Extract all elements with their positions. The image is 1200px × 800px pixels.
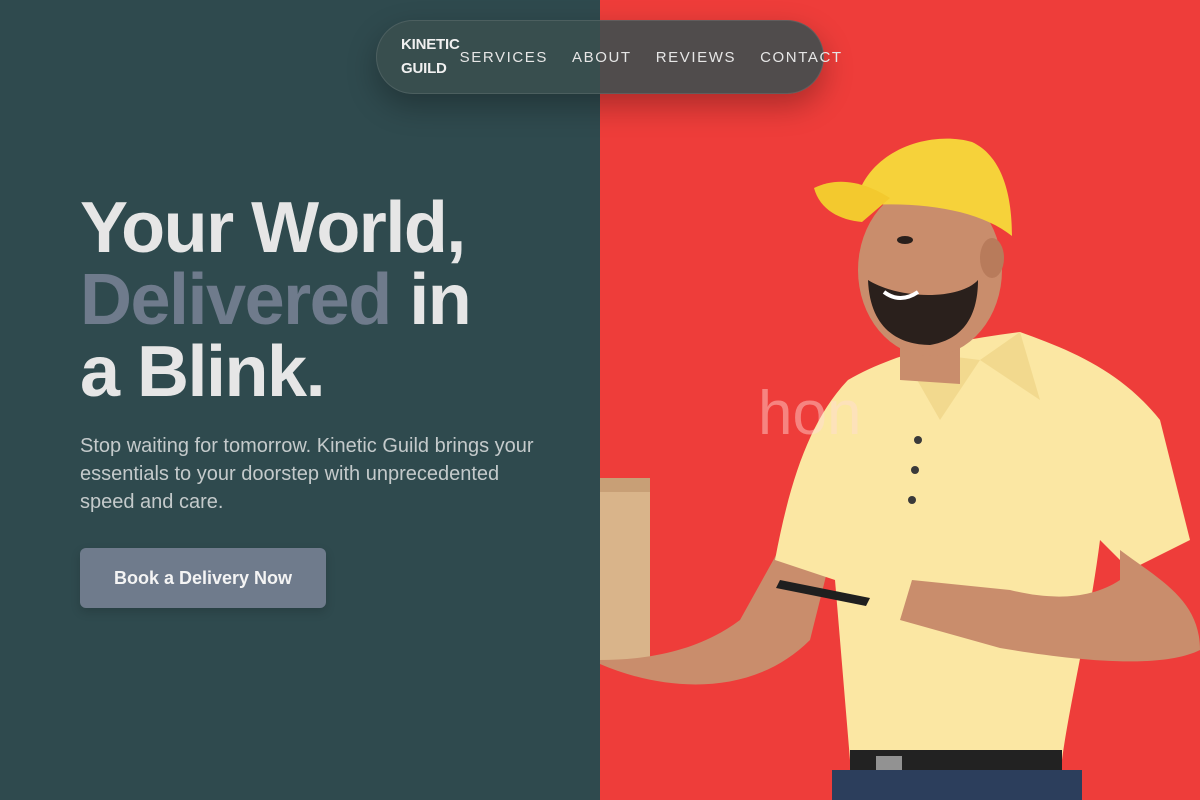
hero-title-line2-rest: in [390, 260, 471, 340]
top-navigation: KINETIC GUILD SERVICES ABOUT REVIEWS CON… [376, 20, 841, 94]
watermark-text: hon [758, 379, 862, 448]
nav-link-about[interactable]: ABOUT [572, 49, 632, 66]
brand-line1: KINETIC [401, 36, 460, 53]
hero-subtitle: Stop waiting for tomorrow. Kinetic Guild… [80, 435, 534, 513]
hero-image-panel: hon [600, 0, 1200, 800]
brand-line2: GUILD [401, 60, 447, 77]
nav-link-services[interactable]: SERVICES [460, 49, 548, 66]
hero-title-line2: Delivered in [80, 264, 580, 336]
nav-links: SERVICES ABOUT REVIEWS CONTACT [460, 49, 843, 66]
nav-link-contact[interactable]: CONTACT [760, 49, 843, 66]
hero-title: Your World, Delivered in a Blink. [80, 192, 580, 408]
brand-logo[interactable]: KINETIC GUILD [401, 33, 460, 81]
package-box-icon [600, 478, 650, 662]
hero-title-accent: Delivered [80, 260, 392, 340]
delivery-person-photo [600, 138, 1200, 800]
hero-title-line3: a Blink. [80, 332, 326, 412]
nav-link-reviews[interactable]: REVIEWS [656, 49, 736, 66]
book-delivery-button[interactable]: Book a Delivery Now [80, 548, 326, 608]
hero-title-line1: Your World, [80, 188, 466, 268]
